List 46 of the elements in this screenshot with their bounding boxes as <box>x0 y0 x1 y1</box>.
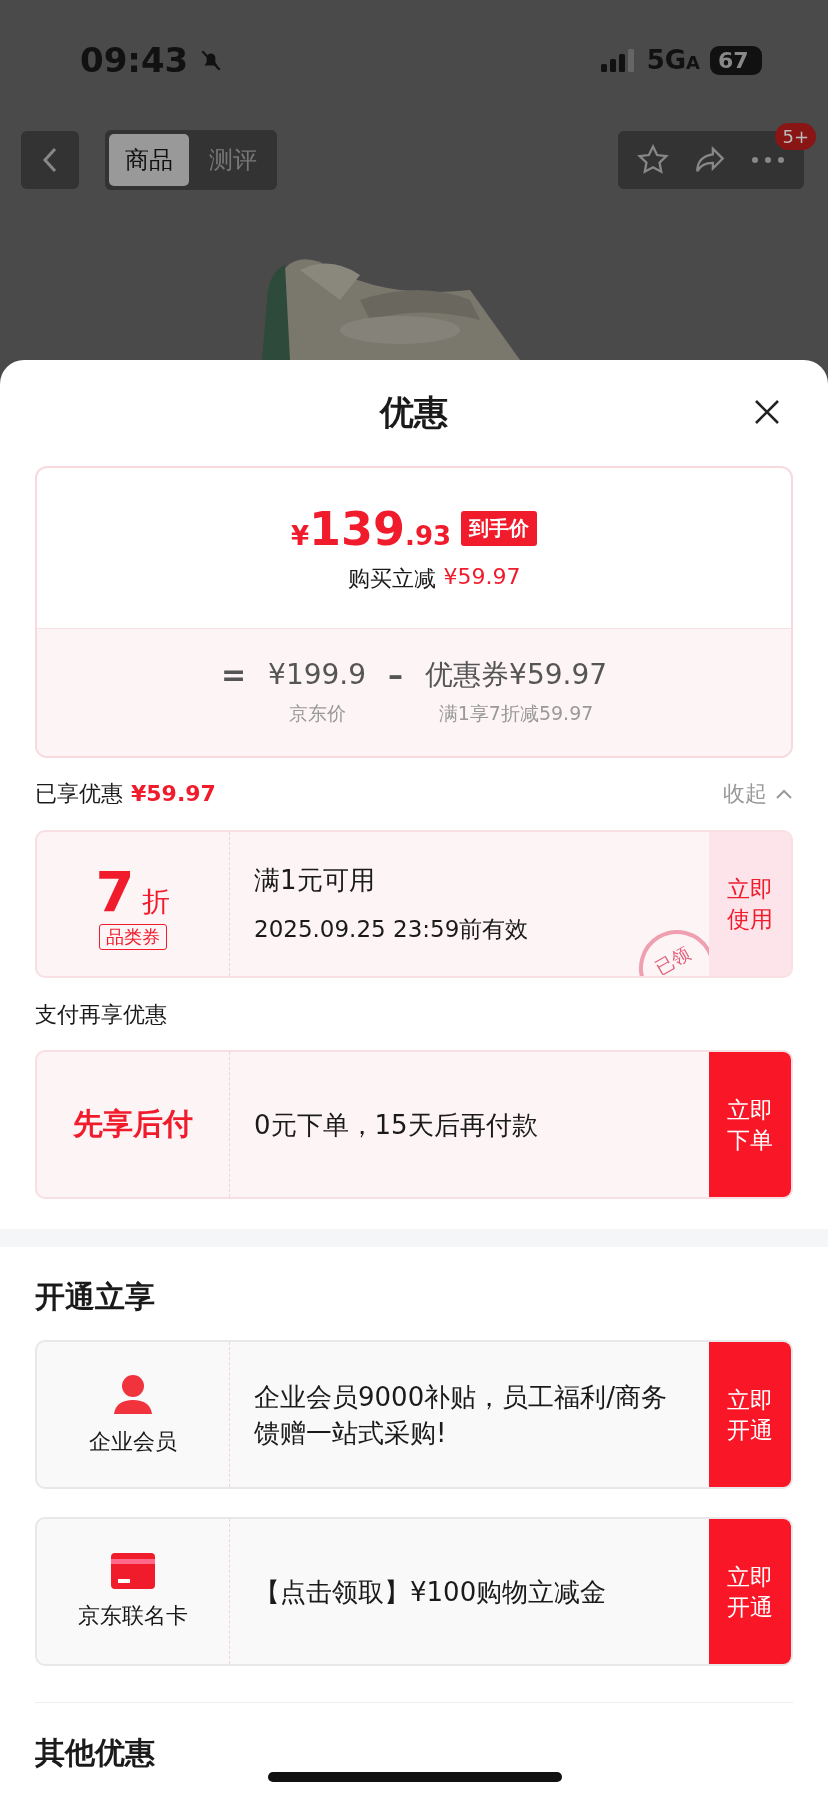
collapse-toggle[interactable]: 收起 <box>723 778 793 809</box>
chevron-icon <box>775 787 793 800</box>
activate-button[interactable]: 立即开通 <box>709 1342 791 1488</box>
minus-sign: – <box>388 657 404 694</box>
order-button[interactable]: 立即下单 <box>709 1052 791 1198</box>
offer-description: 企业会员9000补贴，员工福利/商务馈赠一站式采购! <box>254 1380 668 1450</box>
offer-name: 企业会员 <box>89 1427 177 1456</box>
sheet-title: 优惠 <box>380 390 448 434</box>
discount-unit: 折 <box>142 883 171 920</box>
signal-icon <box>600 48 637 72</box>
coupon-validity: 2025.09.25 23:59前有效 <box>254 915 530 944</box>
base-price-label: 京东价 <box>288 701 346 727</box>
price-tag: 到手价 <box>461 511 538 547</box>
close-icon[interactable] <box>753 398 781 426</box>
tab[interactable]: 商品 <box>109 134 189 186</box>
offer-name: 京东联名卡 <box>78 1601 188 1630</box>
discount-value: 7 <box>95 858 135 924</box>
notification-badge: 5+ <box>775 123 816 150</box>
coupon-type-tag: 品类券 <box>99 923 167 950</box>
network-label: 5GA <box>646 45 700 75</box>
more-icon[interactable] <box>750 155 786 165</box>
section-title: 其他优惠 <box>35 1734 156 1772</box>
back-button[interactable] <box>21 131 79 189</box>
offer-description: 【点击领取】¥100购物立减金 <box>254 1575 608 1609</box>
base-price: ¥199.9 <box>268 657 367 694</box>
use-button[interactable]: 立即使用 <box>709 831 791 977</box>
enjoyed-label: 已享优惠 <box>35 779 123 808</box>
coupon-amount: 优惠券¥59.97 <box>425 657 608 694</box>
coupon-condition: 满1元可用 <box>254 864 376 897</box>
section-title: 开通立享 <box>35 1278 156 1317</box>
battery-level: 67 <box>710 45 762 75</box>
saving-label: 购买立减 <box>347 564 436 593</box>
activate-button[interactable]: 立即开通 <box>709 1519 791 1664</box>
saving-amount: ¥59.97 <box>443 563 521 591</box>
star-icon[interactable] <box>636 143 670 177</box>
equals-sign: = <box>220 657 247 694</box>
tab[interactable]: 测评 <box>193 134 273 186</box>
offer-name: 先享后付 <box>73 1105 193 1144</box>
offer-description: 0元下单，15天后再付款 <box>254 1108 539 1142</box>
coupon-rule: 满1享7折减59.97 <box>438 701 594 727</box>
person-icon <box>112 1372 154 1415</box>
credit-card-icon <box>111 1552 155 1589</box>
final-price: ¥139.93 <box>290 501 452 556</box>
status-time: 09:43 <box>80 40 189 80</box>
enjoyed-amount: ¥59.97 <box>131 781 216 807</box>
section-title: 支付再享优惠 <box>35 1001 168 1030</box>
